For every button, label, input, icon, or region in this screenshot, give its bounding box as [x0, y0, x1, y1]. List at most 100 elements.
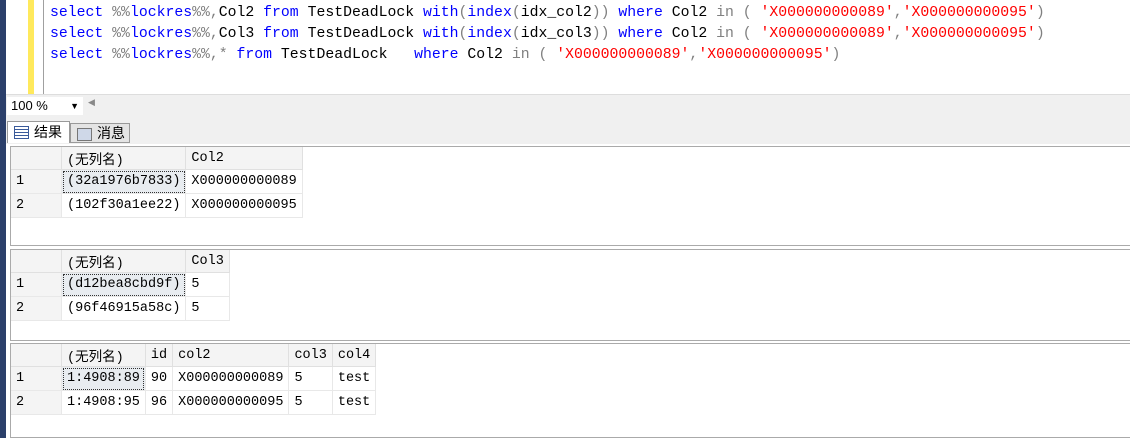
- column-header[interactable]: Col3: [185, 250, 230, 273]
- chevron-down-icon[interactable]: ▼: [70, 97, 79, 115]
- code-token: ,: [893, 26, 903, 42]
- table-cell[interactable]: 5: [288, 366, 333, 391]
- row-number[interactable]: 2: [11, 390, 62, 415]
- table-cell[interactable]: 90: [145, 366, 174, 391]
- result-grid-3[interactable]: (无列名) id col2 col3 col4 1 1:4908:89 90 X00000000…: [10, 343, 1130, 438]
- row-header-corner[interactable]: [11, 250, 62, 273]
- zoom-bar: 100 % ▼ ◀: [6, 94, 1130, 117]
- code-token: TestDeadLock: [307, 26, 423, 42]
- message-icon: [77, 128, 92, 141]
- table-cell[interactable]: test: [332, 390, 377, 415]
- header-row: (无列名) Col2: [11, 147, 303, 170]
- code-token: ): [1035, 26, 1045, 42]
- code-token: lockres: [129, 5, 193, 21]
- code-token: Col2: [671, 5, 717, 21]
- code-token: 'X000000000095': [902, 5, 1036, 21]
- column-header[interactable]: col3: [288, 344, 333, 367]
- code-line: select %%lockres%%,Col2 from TestDeadLoc…: [50, 3, 1045, 24]
- row-number[interactable]: 2: [11, 193, 62, 218]
- column-header[interactable]: id: [145, 344, 174, 367]
- code-token: ,: [893, 5, 903, 21]
- tab-results[interactable]: 结果: [7, 121, 70, 143]
- row-number[interactable]: 1: [11, 366, 62, 391]
- table-cell[interactable]: X000000000095: [172, 390, 290, 415]
- result-tabs: 结果 消息: [6, 116, 1130, 144]
- table-row[interactable]: 1 (d12bea8cbd9f) 5: [11, 272, 230, 297]
- code-token: )): [591, 26, 610, 42]
- code-token: lockres: [129, 26, 193, 42]
- table-row[interactable]: 2 1:4908:95 96 X000000000095 5 test: [11, 390, 377, 415]
- code-token: from: [263, 5, 308, 21]
- code-token: with: [423, 5, 459, 21]
- table-cell[interactable]: 5: [288, 390, 333, 415]
- code-token: %%: [112, 47, 130, 63]
- result-grid-2[interactable]: (无列名) Col3 1 (d12bea8cbd9f) 5 2 (96f46915a58c)…: [10, 249, 1130, 341]
- column-header[interactable]: (无列名): [61, 147, 187, 170]
- result-grid-1[interactable]: (无列名) Col2 1 (32a1976b7833) X000000000089 2 (1…: [10, 146, 1130, 246]
- code-token: ,: [689, 47, 699, 63]
- zoom-select[interactable]: 100 % ▼: [7, 97, 83, 115]
- table-cell[interactable]: X000000000089: [172, 366, 290, 391]
- code-token: 'X000000000089': [760, 5, 894, 21]
- table-cell[interactable]: 5: [185, 296, 230, 321]
- row-number[interactable]: 1: [11, 272, 62, 297]
- sql-code[interactable]: select %%lockres%%,Col2 from TestDeadLoc…: [50, 3, 1045, 66]
- table-row[interactable]: 1 1:4908:89 90 X000000000089 5 test: [11, 366, 377, 391]
- grid-icon: [14, 126, 29, 139]
- column-header[interactable]: (无列名): [61, 250, 187, 273]
- table-cell[interactable]: (102f30a1ee22): [61, 193, 187, 218]
- editor-gutter-line: [43, 0, 44, 94]
- tab-label: 结果: [34, 124, 62, 140]
- table-cell[interactable]: (96f46915a58c): [61, 296, 187, 321]
- code-token: where: [414, 47, 468, 63]
- code-token: from: [236, 47, 281, 63]
- code-token: with: [423, 26, 459, 42]
- code-token: %%,*: [192, 47, 237, 63]
- code-token: TestDeadLock: [307, 5, 423, 21]
- table-cell[interactable]: 1:4908:89: [61, 366, 146, 391]
- table-cell[interactable]: 1:4908:95: [61, 390, 146, 415]
- tab-messages[interactable]: 消息: [70, 123, 130, 143]
- row-number[interactable]: 1: [11, 169, 62, 194]
- code-token: where: [618, 5, 672, 21]
- table-cell[interactable]: 96: [145, 390, 174, 415]
- table-cell[interactable]: (d12bea8cbd9f): [61, 272, 187, 297]
- column-header[interactable]: (无列名): [61, 344, 146, 367]
- change-margin: [28, 0, 34, 94]
- table-row[interactable]: 2 (96f46915a58c) 5: [11, 296, 230, 321]
- table-cell[interactable]: X000000000089: [185, 169, 303, 194]
- code-token: in (: [511, 47, 557, 63]
- table-cell[interactable]: X000000000095: [185, 193, 303, 218]
- query-editor[interactable]: select %%lockres%%,Col2 from TestDeadLoc…: [6, 0, 1130, 94]
- code-token: (: [511, 26, 521, 42]
- table-row[interactable]: 1 (32a1976b7833) X000000000089: [11, 169, 303, 194]
- column-header[interactable]: col2: [172, 344, 290, 367]
- code-token: in (: [716, 5, 761, 21]
- code-token: ): [831, 47, 841, 63]
- code-line: select %%lockres%%,* from TestDeadLock w…: [50, 45, 1045, 66]
- code-token: idx_col3: [520, 26, 592, 42]
- table-cell[interactable]: test: [332, 366, 377, 391]
- code-token: ): [1035, 5, 1045, 21]
- table-cell[interactable]: (32a1976b7833): [61, 169, 187, 194]
- row-header-corner[interactable]: [11, 147, 62, 170]
- code-token: %%,: [192, 5, 219, 21]
- table-row[interactable]: 2 (102f30a1ee22) X000000000095: [11, 193, 303, 218]
- code-token: index: [467, 5, 512, 21]
- table-cell[interactable]: 5: [185, 272, 230, 297]
- column-header[interactable]: Col2: [185, 147, 303, 170]
- code-token: 'X000000000095': [698, 47, 832, 63]
- column-header[interactable]: col4: [332, 344, 377, 367]
- header-row: (无列名) id col2 col3 col4: [11, 344, 377, 367]
- tab-label: 消息: [97, 125, 125, 141]
- header-row: (无列名) Col3: [11, 250, 230, 273]
- code-token: Col3: [218, 26, 264, 42]
- code-token: from: [263, 26, 308, 42]
- row-header-corner[interactable]: [11, 344, 62, 367]
- code-token: )): [591, 5, 610, 21]
- zoom-value: 100 %: [11, 98, 48, 113]
- code-token: TestDeadLock: [280, 47, 415, 63]
- row-number[interactable]: 2: [11, 296, 62, 321]
- scroll-left-icon[interactable]: ◀: [88, 97, 95, 108]
- code-token: Col2: [671, 26, 717, 42]
